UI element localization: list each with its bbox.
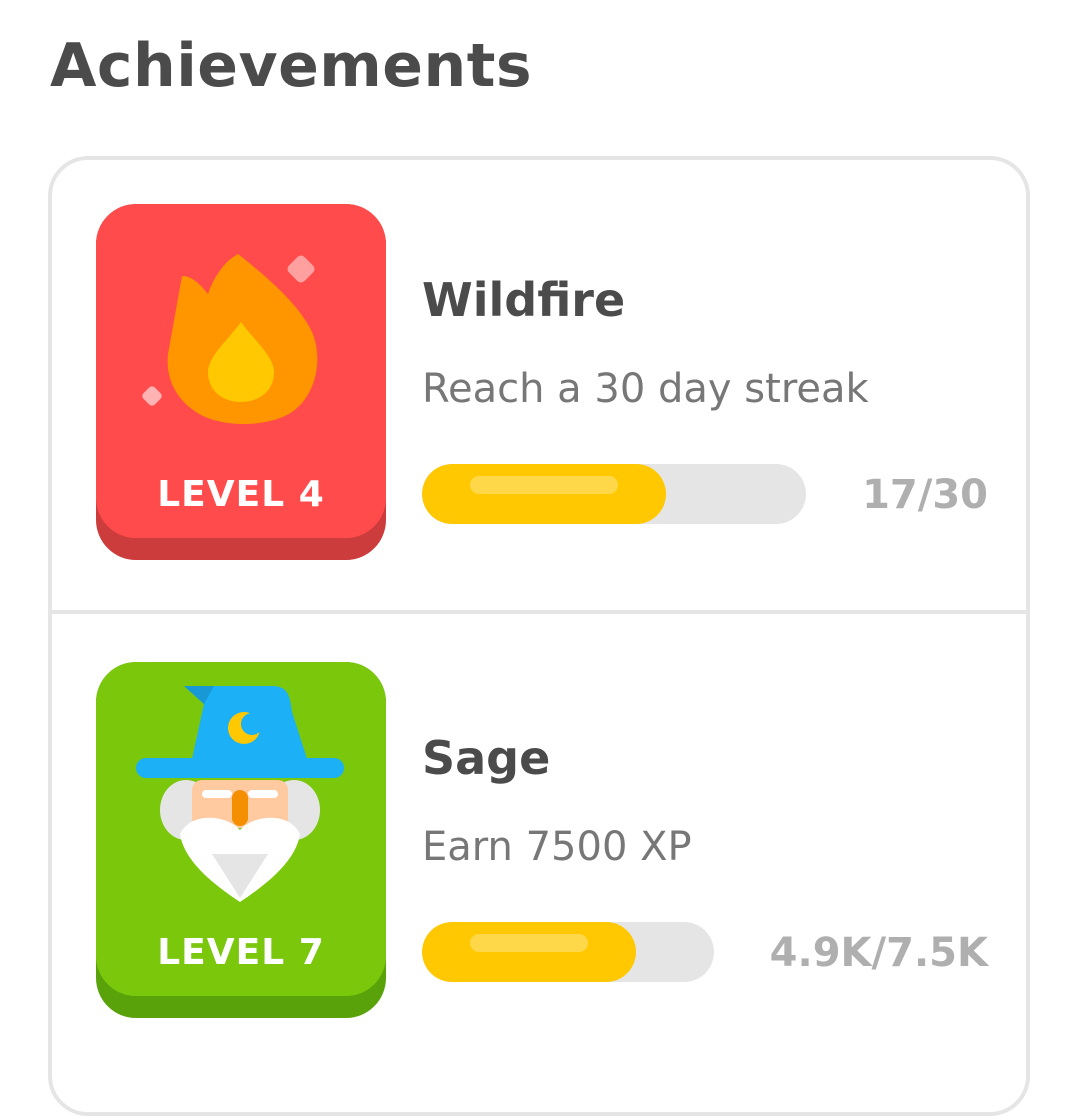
- achievement-title: Wildfire: [422, 273, 626, 327]
- flame-icon: [142, 254, 318, 424]
- progress-fill: [422, 464, 666, 524]
- progress-bar: [422, 922, 714, 982]
- achievement-title: Sage: [422, 731, 551, 785]
- achievements-card: LEVEL 4 Wildfire Reach a 30 day streak 1…: [48, 156, 1030, 1116]
- achievement-description: Earn 7500 XP: [422, 824, 692, 870]
- item-divider: [52, 610, 1026, 614]
- progress-count: 4.9K/7.5K: [769, 930, 988, 976]
- badge-wildfire: LEVEL 4: [96, 204, 386, 560]
- wizard-icon: [136, 686, 344, 902]
- achievement-description: Reach a 30 day streak: [422, 366, 869, 412]
- badge-level-label: LEVEL 4: [157, 474, 325, 515]
- badge-level-label: LEVEL 7: [157, 932, 325, 973]
- badge-sage: LEVEL 7: [96, 662, 386, 1018]
- progress-shine: [470, 934, 588, 952]
- page-title: Achievements: [50, 31, 533, 101]
- progress-bar: [422, 464, 806, 524]
- progress-shine: [470, 476, 618, 494]
- progress-fill: [422, 922, 636, 982]
- progress-count: 17/30: [862, 472, 988, 518]
